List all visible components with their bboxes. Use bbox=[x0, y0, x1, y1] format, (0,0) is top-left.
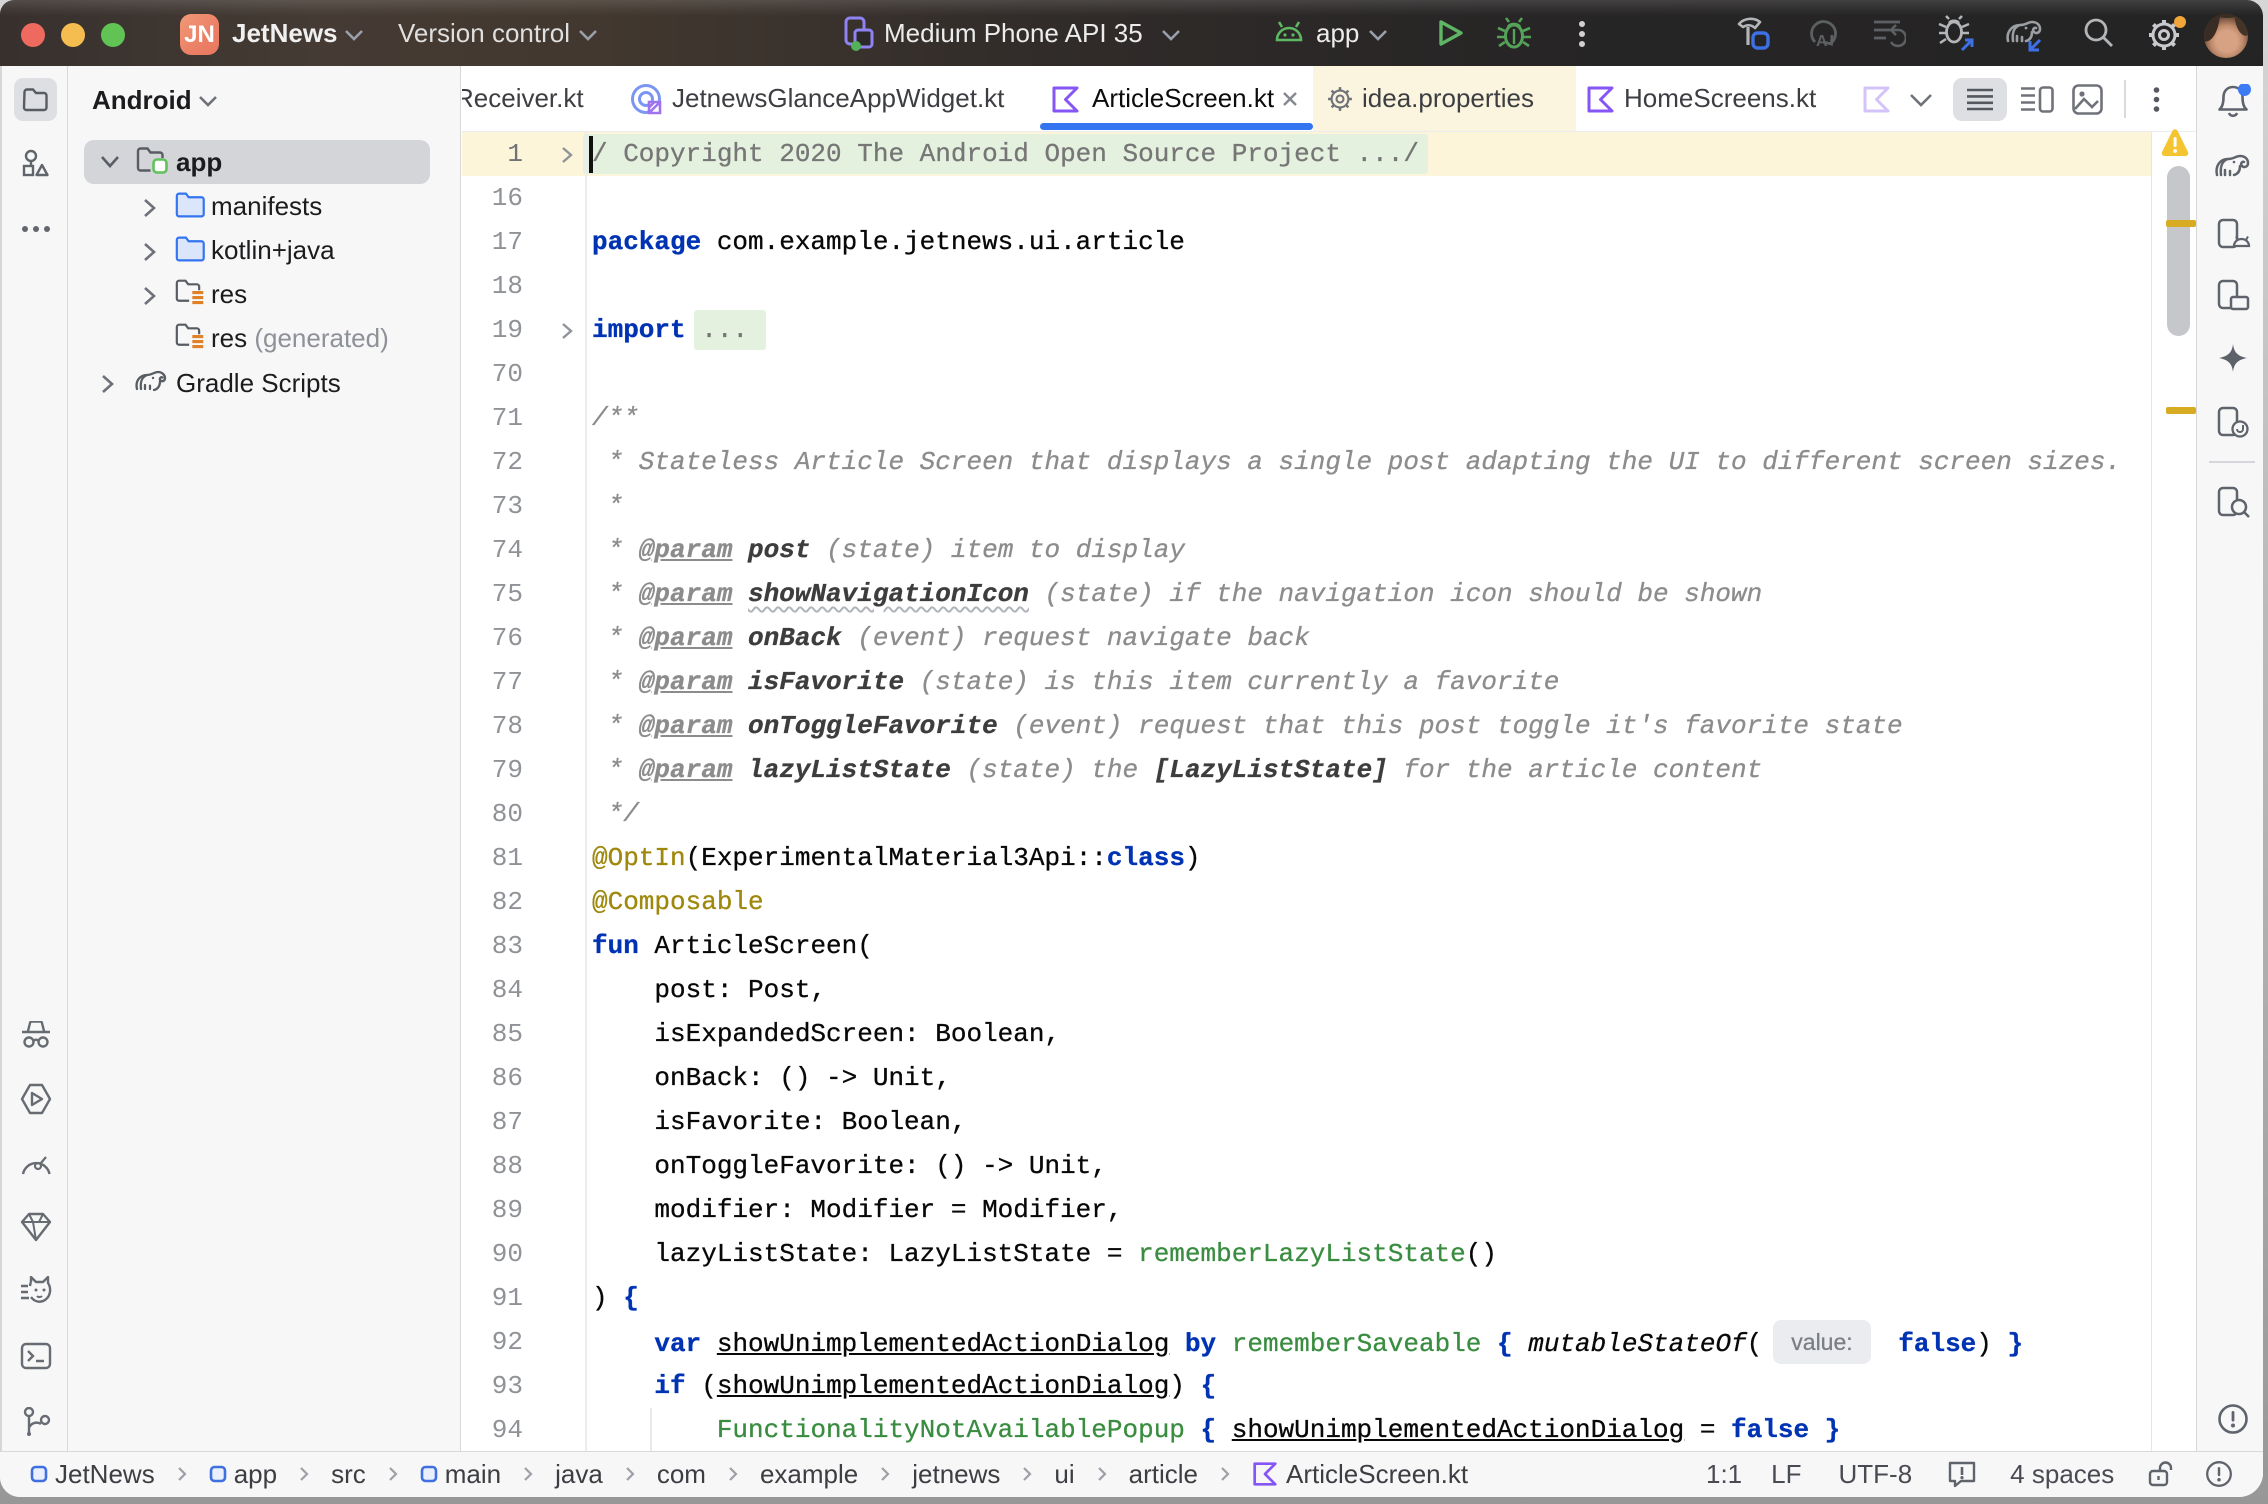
svg-text:A: A bbox=[1816, 33, 1828, 50]
